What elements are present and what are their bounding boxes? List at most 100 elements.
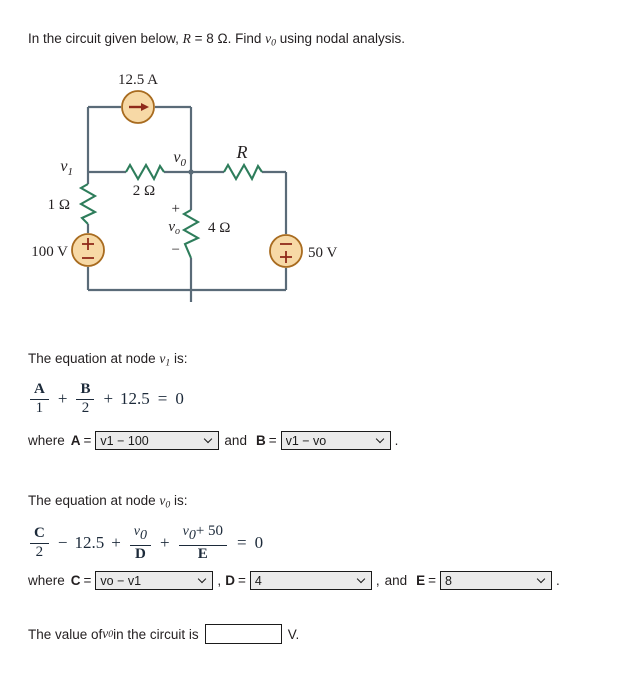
dropdown-a[interactable]: v1 − 100: [95, 431, 220, 450]
eq1-var-b-label: B: [255, 433, 266, 448]
chevron-down-icon: [205, 436, 213, 444]
eq2-var-c-equals: =: [83, 573, 92, 588]
eq2-var-c-label: C: [70, 573, 81, 588]
node-junction-v0: [188, 169, 194, 175]
answer-mid-text: in the circuit is: [113, 626, 199, 642]
label-resistor-2ohm: 2 Ω: [133, 183, 155, 199]
resistor-2ohm: [125, 162, 165, 182]
answer-unit: V.: [287, 626, 300, 642]
eq2-fraction-c: C 2: [30, 525, 49, 561]
eq2-lead-text: The equation at node v0 is:: [28, 492, 187, 512]
resistor-4ohm: [181, 209, 201, 259]
eq1-lead-post: is:: [170, 351, 188, 366]
problem-r-symbol: R: [182, 31, 191, 46]
label-vo-minus: −: [172, 242, 180, 258]
label-vo-plus: +: [172, 201, 180, 217]
eq1-numerator-b: B: [76, 381, 95, 400]
eq2-where-row: where C = vo − v1 , D = 4 , and E = 8 .: [28, 571, 560, 590]
label-current-source: 12.5 A: [118, 72, 158, 88]
eq2-var-e-label: E: [416, 573, 426, 588]
dropdown-d-value: 4: [254, 573, 262, 588]
dropdown-d[interactable]: 4: [249, 571, 372, 590]
eq2-fraction-d: v0 D: [129, 524, 151, 562]
eq1-operator-2: +: [103, 389, 114, 409]
eq1-and-text: and: [224, 433, 247, 448]
eq2-period: .: [556, 573, 560, 588]
eq1-period: .: [394, 433, 399, 448]
label-node-v0: v0: [173, 149, 186, 169]
eq1-operator-1: +: [57, 389, 68, 409]
eq2-numerator-e: v0+ 50: [178, 523, 228, 546]
eq2-operator-3: +: [160, 533, 170, 553]
eq1-lead-pre: The equation at node: [28, 351, 160, 366]
problem-statement: In the circuit given below, R = 8 Ω. Fin…: [28, 30, 405, 50]
circuit-diagram: 12.5 A v1 v0 R 2 Ω 1 Ω 4 Ω + vo − 100 V …: [28, 62, 368, 302]
dropdown-b-value: v1 − vo: [285, 433, 327, 448]
chevron-down-icon: [377, 436, 385, 444]
dropdown-a-value: v1 − 100: [100, 433, 149, 448]
problem-statement-post: using nodal analysis.: [275, 31, 406, 46]
resistor-1ohm: [78, 183, 98, 225]
eq2-lead-pre: The equation at node: [28, 493, 160, 508]
dropdown-b[interactable]: v1 − vo: [280, 431, 391, 450]
eq1-denominator-a: 1: [35, 399, 44, 416]
eq2-denominator-e: E: [197, 545, 208, 562]
label-resistor-R: R: [236, 142, 248, 162]
eq2-numerator-e-sub: 0: [188, 528, 196, 543]
problem-statement-mid: = 8 Ω. Find: [190, 31, 266, 46]
problem-statement-pre: In the circuit given below,: [28, 31, 183, 46]
eq1-var-a-label: A: [70, 433, 81, 448]
chevron-down-icon: [538, 576, 546, 584]
answer-input[interactable]: [204, 624, 282, 644]
eq2-var-d-label: D: [225, 573, 235, 588]
eq1-formula: A 1 + B 2 + 12.5 = 0: [28, 381, 184, 417]
eq2-rhs: 0: [254, 533, 264, 553]
label-source-50v: 50 V: [308, 245, 337, 261]
label-node-v1: v1: [60, 158, 73, 178]
eq1-rhs: 0: [175, 389, 184, 409]
eq2-formula: C 2 − 12.5 + v0 D + v0+ 50 E = 0: [28, 523, 264, 562]
eq1-var-b-equals: =: [268, 433, 277, 448]
chevron-down-icon: [358, 576, 366, 584]
eq2-fraction-e: v0+ 50 E: [178, 523, 228, 562]
label-vo-across: vo: [168, 219, 180, 237]
eq2-where-label: where: [28, 573, 65, 588]
eq2-denominator-d: D: [134, 545, 146, 562]
dropdown-c[interactable]: vo − v1: [95, 571, 214, 590]
eq2-operator-1: −: [57, 533, 68, 553]
eq2-and-text: and: [384, 573, 408, 588]
eq1-denominator-b: 2: [81, 399, 90, 416]
eq2-numerator-d: v0: [129, 524, 151, 546]
voltage-source-100v: [71, 233, 105, 267]
label-source-100v: 100 V: [31, 244, 68, 260]
eq2-constant: 12.5: [74, 533, 105, 553]
eq2-comma-1: ,: [217, 573, 222, 588]
eq1-fraction-a: A 1: [30, 381, 49, 417]
eq1-lead-text: The equation at node v1 is:: [28, 350, 187, 370]
eq2-equals: =: [237, 533, 247, 553]
eq2-var-d-equals: =: [237, 573, 246, 588]
eq1-equals: =: [157, 389, 168, 409]
eq2-comma-2: ,: [375, 573, 380, 588]
eq1-where-row: where A = v1 − 100 and B = v1 − vo .: [28, 431, 398, 450]
eq2-numerator-e-rest: + 50: [195, 523, 224, 539]
dropdown-c-value: vo − v1: [100, 573, 142, 588]
circuit-wires: [86, 105, 288, 302]
resistor-R: [223, 162, 263, 182]
label-resistor-1ohm: 1 Ω: [48, 197, 70, 213]
eq2-numerator-d-sub: 0: [140, 528, 147, 543]
answer-row: The value of v0 in the circuit is V.: [28, 624, 299, 644]
circuit-svg: 12.5 A v1 v0 R 2 Ω 1 Ω 4 Ω + vo − 100 V …: [31, 72, 337, 302]
current-source-12-5a: [121, 90, 155, 124]
chevron-down-icon: [199, 576, 207, 584]
eq2-numerator-c: C: [30, 525, 49, 544]
eq2-var-e-equals: =: [428, 573, 437, 588]
eq1-var-a-equals: =: [83, 433, 92, 448]
answer-pre-text: The value of: [28, 626, 103, 642]
dropdown-e-value: 8: [445, 573, 452, 588]
label-resistor-4ohm: 4 Ω: [208, 220, 230, 236]
eq1-where-label: where: [28, 433, 65, 448]
dropdown-e[interactable]: 8: [440, 571, 553, 590]
eq1-constant: 12.5: [120, 389, 150, 409]
voltage-source-50v: [269, 234, 303, 268]
